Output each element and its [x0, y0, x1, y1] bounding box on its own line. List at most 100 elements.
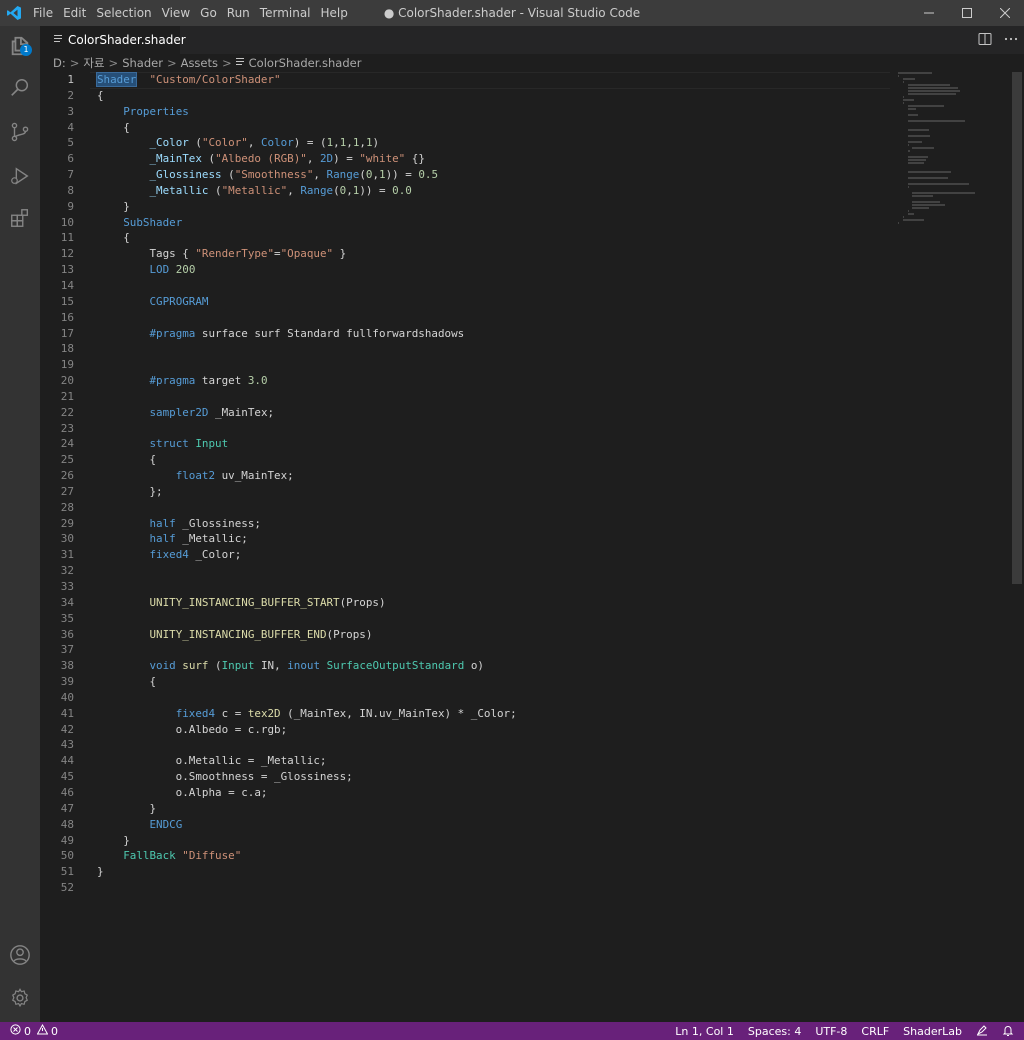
- code-line[interactable]: UNITY_INSTANCING_BUFFER_START(Props): [97, 595, 897, 611]
- source-control-icon[interactable]: [0, 112, 40, 152]
- code-line[interactable]: [97, 278, 897, 294]
- cursor-position[interactable]: Ln 1, Col 1: [675, 1025, 734, 1038]
- code-line[interactable]: }: [97, 199, 897, 215]
- close-button[interactable]: [986, 0, 1024, 26]
- code-line[interactable]: [97, 690, 897, 706]
- code-token: _Glossiness: [149, 168, 222, 182]
- code-line[interactable]: o.Alpha = c.a;: [97, 785, 897, 801]
- code-line[interactable]: #pragma target 3.0: [97, 373, 897, 389]
- menu-selection[interactable]: Selection: [91, 0, 156, 26]
- search-icon[interactable]: [0, 68, 40, 108]
- code-line[interactable]: [97, 421, 897, 437]
- code-line[interactable]: }: [97, 864, 897, 880]
- menu-go[interactable]: Go: [195, 0, 222, 26]
- code-line[interactable]: _Color ("Color", Color) = (1,1,1,1): [97, 135, 897, 151]
- settings-gear-icon[interactable]: [0, 978, 40, 1018]
- code-line[interactable]: Tags { "RenderType"="Opaque" }: [97, 246, 897, 262]
- chevron-right-icon: >: [166, 56, 177, 70]
- vertical-scrollbar[interactable]: [1012, 72, 1022, 584]
- code-line[interactable]: {: [97, 452, 897, 468]
- code-line[interactable]: o.Metallic = _Metallic;: [97, 753, 897, 769]
- code-line[interactable]: Properties: [97, 104, 897, 120]
- menu-help[interactable]: Help: [316, 0, 353, 26]
- encoding[interactable]: UTF-8: [815, 1025, 847, 1038]
- code-line[interactable]: sampler2D _MainTex;: [97, 405, 897, 421]
- minimap-line: [907, 183, 969, 185]
- tab-colorshader[interactable]: ColorShader.shader: [40, 26, 186, 54]
- code-line[interactable]: fixed4 c = tex2D (_MainTex, IN.uv_MainTe…: [97, 706, 897, 722]
- run-debug-icon[interactable]: [0, 156, 40, 196]
- code-line[interactable]: Shader "Custom/ColorShader": [95, 72, 897, 88]
- breadcrumb-folder-1[interactable]: 자료: [83, 55, 104, 71]
- menu-edit[interactable]: Edit: [58, 0, 91, 26]
- code-line[interactable]: [97, 611, 897, 627]
- code-line[interactable]: }: [97, 801, 897, 817]
- extensions-icon[interactable]: [0, 198, 40, 238]
- code-line[interactable]: UNITY_INSTANCING_BUFFER_END(Props): [97, 627, 897, 643]
- split-editor-icon[interactable]: [978, 31, 992, 50]
- explorer-icon[interactable]: 1: [0, 26, 40, 66]
- code-line[interactable]: [97, 563, 897, 579]
- code-line[interactable]: fixed4 _Color;: [97, 547, 897, 563]
- menu-file[interactable]: File: [28, 0, 58, 26]
- code-line[interactable]: [97, 357, 897, 373]
- code-token: fixed4: [175, 706, 216, 720]
- code-line[interactable]: [97, 579, 897, 595]
- code-line[interactable]: [97, 500, 897, 516]
- feedback-icon[interactable]: [976, 1024, 988, 1039]
- code-line[interactable]: {: [97, 674, 897, 690]
- code-line[interactable]: FallBack "Diffuse": [97, 848, 897, 864]
- menu-view[interactable]: View: [157, 0, 195, 26]
- language-mode[interactable]: ShaderLab: [903, 1025, 962, 1038]
- breadcrumb-folder-3[interactable]: Assets: [181, 56, 218, 70]
- code-line[interactable]: [97, 880, 897, 896]
- code-line[interactable]: [97, 737, 897, 753]
- code-token: 0.5: [418, 168, 439, 182]
- code-line[interactable]: ENDCG: [97, 817, 897, 833]
- notifications-bell-icon[interactable]: [1002, 1024, 1014, 1039]
- code-line[interactable]: float2 uv_MainTex;: [97, 468, 897, 484]
- code-line[interactable]: _MainTex ("Albedo (RGB)", 2D) = "white" …: [97, 151, 897, 167]
- line-number: 3: [67, 104, 74, 118]
- code-area[interactable]: Shader "Custom/ColorShader"{ Properties …: [95, 72, 897, 896]
- breadcrumb-folder-2[interactable]: Shader: [122, 56, 163, 70]
- code-line[interactable]: struct Input: [97, 436, 897, 452]
- code-line[interactable]: [97, 310, 897, 326]
- code-line[interactable]: {: [97, 230, 897, 246]
- code-line[interactable]: [97, 642, 897, 658]
- account-icon[interactable]: [0, 935, 40, 975]
- code-editor[interactable]: 1 2 3 4 5 6 7 8 9 10 11 12 13 14 15 16 17 18 19 20 21 22 23 24 2…: [40, 72, 1024, 1022]
- menu-run[interactable]: Run: [222, 0, 255, 26]
- code-line[interactable]: half _Glossiness;: [97, 516, 897, 532]
- code-line[interactable]: _Metallic ("Metallic", Range(0,1)) = 0.0: [97, 183, 897, 199]
- code-line[interactable]: half _Metallic;: [97, 531, 897, 547]
- code-token: uv_MainTex;: [215, 469, 294, 483]
- code-line[interactable]: void surf (Input IN, inout SurfaceOutput…: [97, 658, 897, 674]
- code-line[interactable]: };: [97, 484, 897, 500]
- code-line[interactable]: _Glossiness ("Smoothness", Range(0,1)) =…: [97, 167, 897, 183]
- more-actions-icon[interactable]: [1004, 31, 1018, 50]
- minimap[interactable]: [898, 72, 1013, 224]
- code-token: (Props): [326, 627, 373, 641]
- code-line[interactable]: o.Albedo = c.rgb;: [97, 722, 897, 738]
- code-line[interactable]: #pragma surface surf Standard fullforwar…: [97, 326, 897, 342]
- menu-terminal[interactable]: Terminal: [255, 0, 316, 26]
- code-line[interactable]: [97, 389, 897, 405]
- line-ending[interactable]: CRLF: [861, 1025, 889, 1038]
- code-token: ) = (: [293, 136, 327, 150]
- minimize-button[interactable]: [910, 0, 948, 26]
- indentation[interactable]: Spaces: 4: [748, 1025, 801, 1038]
- code-line[interactable]: SubShader: [97, 215, 897, 231]
- problems-indicator[interactable]: 0 0: [0, 1023, 58, 1038]
- code-line[interactable]: {: [97, 120, 897, 136]
- breadcrumb-file[interactable]: ColorShader.shader: [249, 56, 362, 70]
- code-line[interactable]: [97, 341, 897, 357]
- code-line[interactable]: }: [97, 833, 897, 849]
- code-line[interactable]: CGPROGRAM: [97, 294, 897, 310]
- code-line[interactable]: o.Smoothness = _Glossiness;: [97, 769, 897, 785]
- code-line[interactable]: {: [97, 88, 897, 104]
- code-line[interactable]: LOD 200: [97, 262, 897, 278]
- breadcrumb-drive[interactable]: D:: [53, 56, 66, 70]
- maximize-button[interactable]: [948, 0, 986, 26]
